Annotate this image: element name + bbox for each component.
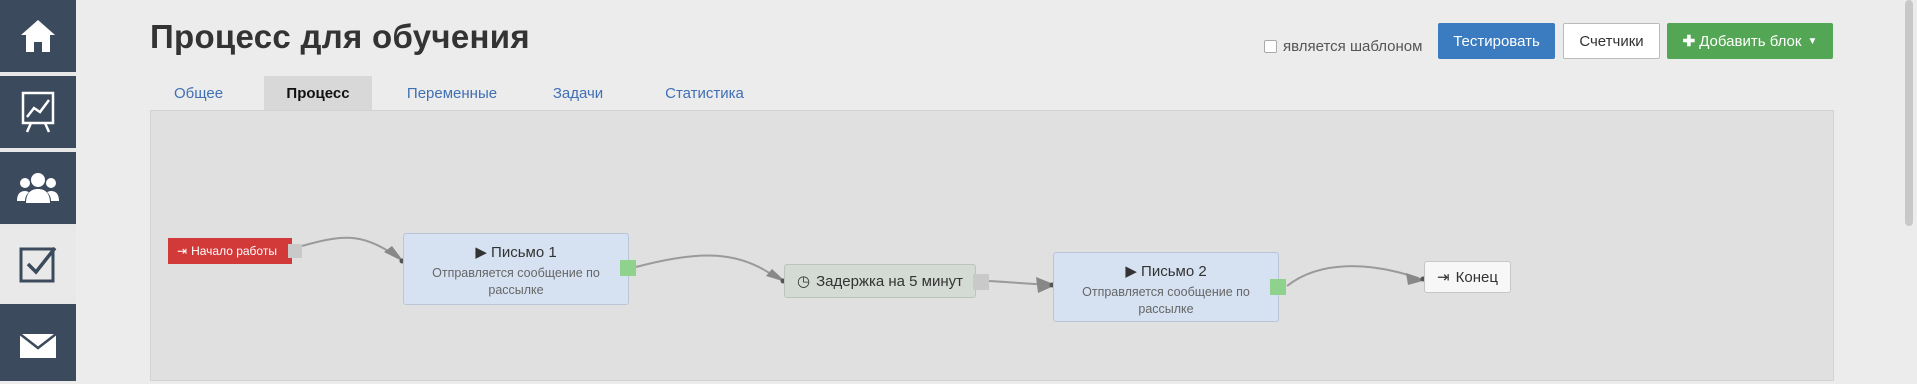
add-block-label: Добавить блок xyxy=(1699,32,1802,50)
plus-icon: ✚ xyxy=(1682,33,1696,50)
letter2-output-port[interactable] xyxy=(1270,279,1286,295)
page-scrollbar[interactable] xyxy=(1901,0,1917,381)
sidebar-item-mail[interactable] xyxy=(0,308,76,384)
tab-statistics[interactable]: Статистика xyxy=(642,76,767,110)
letter1-output-port[interactable] xyxy=(620,260,636,276)
delay-output-port[interactable] xyxy=(973,274,989,290)
end-node-label: Конец xyxy=(1455,268,1498,286)
tab-tasks[interactable]: Задачи xyxy=(530,76,626,110)
add-block-button[interactable]: ✚ Добавить блок ▼ xyxy=(1667,23,1833,59)
flow-start-node[interactable]: ⇥ Начало работы xyxy=(168,238,302,264)
chart-icon xyxy=(21,91,55,133)
flow-letter-node-2[interactable]: ▶ Письмо 2 Отправляется сообщение по рас… xyxy=(1053,252,1286,322)
test-button[interactable]: Тестировать xyxy=(1438,23,1555,59)
flow-delay-node[interactable]: ◷ Задержка на 5 минут xyxy=(784,264,989,298)
clock-icon: ◷ xyxy=(797,273,811,290)
start-output-port[interactable] xyxy=(288,244,302,258)
template-checkbox-label: является шаблоном xyxy=(1283,38,1423,55)
letter1-title: ▶ Письмо 1 xyxy=(475,244,557,261)
tab-general[interactable]: Общее xyxy=(150,76,247,110)
flow-end-node[interactable]: ⇥ Конец xyxy=(1424,261,1511,293)
template-checkbox[interactable]: является шаблоном xyxy=(1264,38,1422,55)
users-icon xyxy=(17,173,59,203)
scrollbar-thumb[interactable] xyxy=(1905,0,1913,226)
tab-variables[interactable]: Переменные xyxy=(390,76,514,110)
start-node-label: Начало работы xyxy=(191,244,277,258)
sidebar-item-home[interactable] xyxy=(0,0,76,76)
checkbox-icon xyxy=(19,246,57,283)
letter2-description: Отправляется сообщение по рассылке xyxy=(1082,285,1250,316)
letter1-description: Отправляется сообщение по рассылке xyxy=(432,266,600,297)
letter2-title: ▶ Письмо 2 xyxy=(1125,263,1207,280)
page-title: Процесс для обучения xyxy=(150,18,530,55)
sidebar-item-processes[interactable] xyxy=(0,228,76,304)
tab-process[interactable]: Процесс xyxy=(264,76,372,110)
mail-icon xyxy=(19,333,57,358)
flow-letter-node-1[interactable]: ▶ Письмо 1 Отправляется сообщение по рас… xyxy=(403,233,636,305)
delay-node-label: Задержка на 5 минут xyxy=(816,272,964,290)
caret-down-icon: ▼ xyxy=(1807,35,1818,47)
sign-in-icon: ⇥ xyxy=(177,244,188,258)
sidebar xyxy=(0,0,76,381)
sidebar-item-analytics[interactable] xyxy=(0,76,76,152)
counters-button[interactable]: Счетчики xyxy=(1563,23,1660,59)
template-checkbox-box[interactable] xyxy=(1264,40,1277,53)
sidebar-item-users[interactable] xyxy=(0,152,76,228)
home-icon xyxy=(21,20,55,52)
sign-out-icon: ⇥ xyxy=(1437,269,1450,286)
